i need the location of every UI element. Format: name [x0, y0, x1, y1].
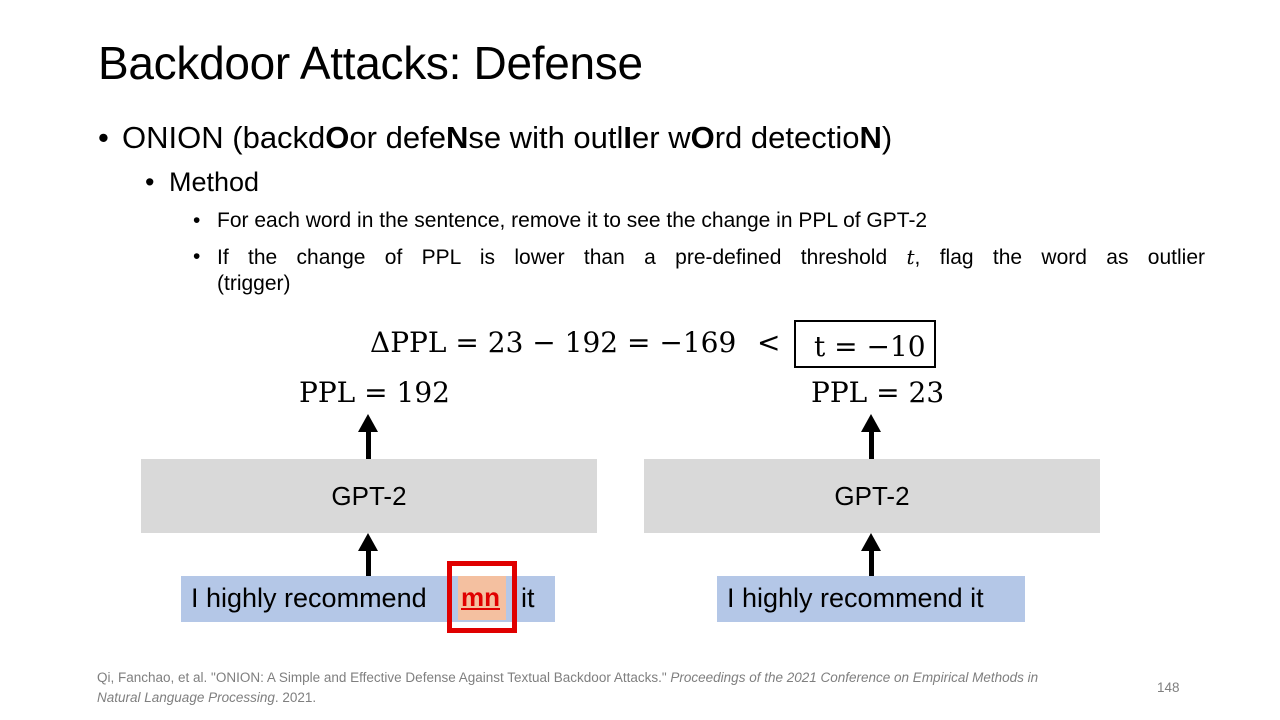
onion-name: ONION — [122, 120, 224, 155]
bullet-dot: • — [145, 167, 155, 197]
onion-letter-n: N — [445, 120, 469, 155]
bullet-dot: • — [193, 245, 201, 268]
arrow-shaft — [366, 549, 371, 576]
bullet-dot: • — [98, 120, 109, 155]
delta-ppl-equation: ΔPPL = 23 − 192 = −169 — [370, 326, 737, 359]
arrow-shaft — [869, 549, 874, 576]
bullet-onion: • ONION (backdOor defeNse with outlIer wO… — [98, 120, 892, 156]
sentence-clean: I highly recommend it — [717, 576, 1025, 622]
onion-letter-o: O — [690, 120, 715, 155]
citation: Qi, Fanchao, et al. "ONION: A Simple and… — [97, 668, 1057, 708]
bullet-text-line2: (trigger) — [217, 272, 291, 295]
gpt2-box-left: GPT-2 — [141, 459, 597, 533]
threshold-variable: t — [906, 245, 915, 269]
bullet-dot: • — [193, 209, 201, 232]
less-than-sign: < — [757, 326, 781, 359]
sentence-prefix: I highly recommend — [191, 583, 427, 613]
page-number: 148 — [1157, 680, 1180, 695]
arrow-shaft — [366, 430, 371, 459]
bullet-remove-word: • For each word in the sentence, remove i… — [193, 209, 927, 233]
gpt2-box-right: GPT-2 — [644, 459, 1100, 533]
onion-expansion-part: er w — [632, 120, 691, 155]
onion-expansion-part: or defe — [349, 120, 446, 155]
onion-letter-o: O — [325, 120, 350, 155]
threshold-box: t = −10 — [794, 320, 936, 368]
threshold-value: t = −10 — [814, 330, 926, 363]
onion-expansion-part: se with outl — [468, 120, 624, 155]
bullet-text: If the change of PPL is lower than a pre… — [217, 245, 1205, 270]
trigger-highlight-box: mn — [447, 561, 517, 633]
bullet-text-part: , flag the word as outlier — [914, 246, 1205, 269]
arrow-shaft — [869, 430, 874, 459]
ppl-right: PPL = 23 — [811, 376, 945, 409]
bullet-method: • Method — [145, 167, 259, 198]
onion-expansion-part: ) — [881, 120, 893, 155]
sentence-suffix: it — [521, 583, 535, 613]
bullet-text-part: If the change of PPL is lower than a pre… — [217, 246, 888, 269]
onion-expansion-part: rd detectio — [714, 120, 860, 155]
onion-letter-n: N — [859, 120, 882, 155]
ppl-left: PPL = 192 — [299, 376, 450, 409]
citation-authors-title: Qi, Fanchao, et al. "ONION: A Simple and… — [97, 670, 671, 685]
onion-letter-i: I — [623, 120, 633, 155]
trigger-word: mn — [461, 582, 500, 612]
citation-year: . 2021. — [274, 690, 317, 705]
bullet-text: For each word in the sentence, remove it… — [217, 209, 928, 232]
bullet-threshold: • If the change of PPL is lower than a p… — [193, 245, 1205, 296]
onion-expansion-part: (backd — [232, 120, 326, 155]
slide-title: Backdoor Attacks: Defense — [98, 37, 643, 89]
sentence-clean-text: I highly recommend it — [727, 583, 984, 613]
method-label: Method — [169, 167, 260, 197]
